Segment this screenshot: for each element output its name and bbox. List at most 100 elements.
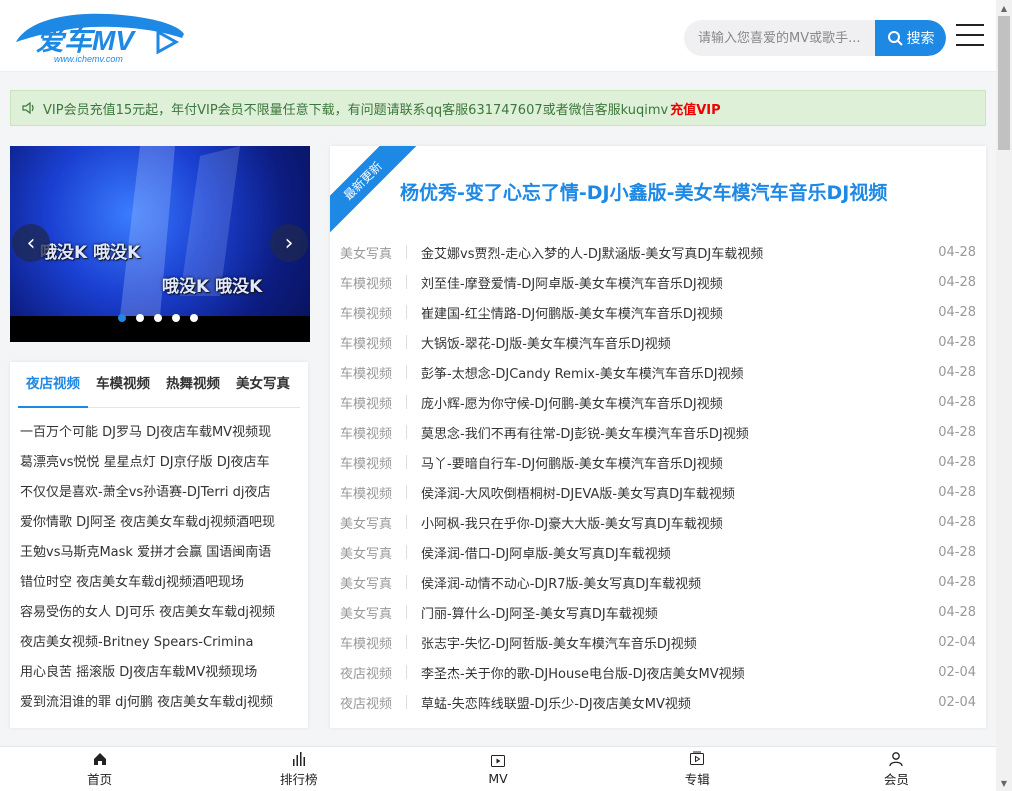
list-item[interactable]: 不仅仅是喜欢-萧全vs孙语赛-DJTerri dj夜店 — [20, 478, 302, 508]
row-title[interactable]: 金艾娜vs贾烈-走心入梦的人-DJ默涵版-美女写真DJ车载视频 — [421, 243, 936, 262]
search-input[interactable] — [684, 20, 874, 56]
page-scrollbar[interactable]: ▲ ▼ — [996, 0, 1012, 791]
row-title[interactable]: 侯泽润-动情不动心-DJR7版-美女写真DJ车载视频 — [421, 573, 936, 592]
row-title[interactable]: 莫思念-我们不再有往常-DJ彭锐-美女车模汽车音乐DJ视频 — [421, 423, 936, 442]
row-title[interactable]: 庞小辉-愿为你守候-DJ何鹏-美女车模汽车音乐DJ视频 — [421, 393, 936, 412]
carousel-dot[interactable] — [136, 314, 144, 322]
logo-domain: www.ichemv.com — [54, 54, 123, 64]
row-divider — [406, 335, 407, 349]
row-date: 04-28 — [938, 484, 976, 500]
row-divider — [406, 545, 407, 559]
tab-dance-video[interactable]: 热舞视频 — [158, 362, 228, 408]
featured-title[interactable]: 杨优秀-变了心忘了情-DJ小鑫版-美女车模汽车音乐DJ视频 — [400, 178, 887, 205]
row-category[interactable]: 美女写真 — [340, 543, 400, 562]
list-item[interactable]: 爱你情歌 DJ阿圣 夜店美女车载dj视频酒吧现 — [20, 508, 302, 538]
carousel-next-button[interactable]: › — [270, 224, 308, 262]
scroll-up-arrow-icon[interactable]: ▲ — [996, 0, 1012, 16]
site-header: 爱车MV www.ichemv.com 搜索 — [0, 0, 996, 72]
row-title[interactable]: 大锅饭-翠花-DJ版-美女车模汽车音乐DJ视频 — [421, 333, 936, 352]
row-category[interactable]: 车模视频 — [340, 633, 400, 652]
carousel-dot[interactable] — [190, 314, 198, 322]
nav-member[interactable]: 会员 — [797, 747, 996, 791]
row-date: 02-04 — [938, 694, 976, 710]
row-title[interactable]: 门丽-算什么-DJ阿圣-美女写真DJ车载视频 — [421, 603, 936, 622]
row-title[interactable]: 崔建国-红尘情路-DJ何鹏版-美女车模汽车音乐DJ视频 — [421, 303, 936, 322]
row-title[interactable]: 马丫-要暗自行车-DJ何鹏版-美女车模汽车音乐DJ视频 — [421, 453, 936, 472]
row-category[interactable]: 车模视频 — [340, 273, 400, 292]
row-category[interactable]: 车模视频 — [340, 423, 400, 442]
update-row[interactable]: 车模视频 马丫-要暗自行车-DJ何鹏版-美女车模汽车音乐DJ视频 04-28 — [340, 447, 976, 477]
row-category[interactable]: 美女写真 — [340, 573, 400, 592]
row-title[interactable]: 侯泽润-大风吹倒梧桐树-DJEVA版-美女写真DJ车载视频 — [421, 483, 936, 502]
row-title[interactable]: 草蜢-失恋阵线联盟-DJ乐少-DJ夜店美女MV视频 — [421, 693, 936, 712]
list-item[interactable]: 葛漂亮vs悦悦 星星点灯 DJ京仔版 DJ夜店车 — [20, 448, 302, 478]
nav-album[interactable]: 专辑 — [598, 747, 797, 791]
tab-beauty-photo[interactable]: 美女写真 — [228, 362, 298, 408]
carousel-dot[interactable] — [118, 314, 126, 322]
list-item[interactable]: 王勉vs马斯克Mask 爱拼才会赢 国语闽南语 — [20, 538, 302, 568]
update-row[interactable]: 车模视频 崔建国-红尘情路-DJ何鹏版-美女车模汽车音乐DJ视频 04-28 — [340, 297, 976, 327]
nav-home[interactable]: 首页 — [0, 747, 199, 791]
play-icon — [491, 754, 505, 767]
update-row[interactable]: 夜店视频 李圣杰-关于你的歌-DJHouse电台版-DJ夜店美女MV视频 02-04 — [340, 657, 976, 687]
row-title[interactable]: 侯泽润-借口-DJ阿卓版-美女写真DJ车载视频 — [421, 543, 936, 562]
nav-ranking[interactable]: 排行榜 — [199, 747, 398, 791]
update-row[interactable]: 车模视频 侯泽润-大风吹倒梧桐树-DJEVA版-美女写真DJ车载视频 04-28 — [340, 477, 976, 507]
list-item[interactable]: 错位时空 夜店美女车载dj视频酒吧现场 — [20, 568, 302, 598]
tab-car-model-video[interactable]: 车模视频 — [88, 362, 158, 408]
notice-bar: VIP会员充值15元起，年付VIP会员不限量任意下载，有问题请联系qq客服631… — [10, 90, 986, 126]
carousel-dot[interactable] — [154, 314, 162, 322]
row-divider — [406, 395, 407, 409]
list-item[interactable]: 用心良苦 摇滚版 DJ夜店车载MV视频现场 — [20, 658, 302, 688]
carousel-prev-button[interactable]: ‹ — [12, 224, 50, 262]
recharge-vip-link[interactable]: 充值VIP — [670, 99, 720, 118]
search-button[interactable]: 搜索 — [875, 20, 946, 56]
row-title[interactable]: 小阿枫-我只在乎你-DJ豪大大版-美女写真DJ车载视频 — [421, 513, 936, 532]
scroll-thumb[interactable] — [998, 16, 1010, 150]
light-beams — [120, 146, 240, 316]
update-row[interactable]: 美女写真 小阿枫-我只在乎你-DJ豪大大版-美女写真DJ车载视频 04-28 — [340, 507, 976, 537]
row-category[interactable]: 美女写真 — [340, 513, 400, 532]
row-category[interactable]: 夜店视频 — [340, 663, 400, 682]
row-category[interactable]: 车模视频 — [340, 393, 400, 412]
update-row[interactable]: 美女写真 侯泽润-借口-DJ阿卓版-美女写真DJ车载视频 04-28 — [340, 537, 976, 567]
row-title[interactable]: 张志宇-失忆-DJ阿哲版-美女车模汽车音乐DJ视频 — [421, 633, 936, 652]
row-category[interactable]: 车模视频 — [340, 363, 400, 382]
site-logo[interactable]: 爱车MV www.ichemv.com — [8, 8, 190, 64]
list-item[interactable]: 爱到流泪谁的罪 dj何鹏 夜店美女车载dj视频 — [20, 688, 302, 718]
update-row[interactable]: 车模视频 莫思念-我们不再有往常-DJ彭锐-美女车模汽车音乐DJ视频 04-28 — [340, 417, 976, 447]
video-list: 一百万个可能 DJ罗马 DJ夜店车载MV视频现 葛漂亮vs悦悦 星星点灯 DJ京… — [20, 418, 302, 718]
list-item[interactable]: 夜店美女视频-Britney Spears-Crimina — [20, 628, 302, 658]
row-category[interactable]: 车模视频 — [340, 303, 400, 322]
update-row[interactable]: 美女写真 金艾娜vs贾烈-走心入梦的人-DJ默涵版-美女写真DJ车载视频 04-28 — [340, 237, 976, 267]
update-row[interactable]: 车模视频 彭筝-太想念-DJCandy Remix-美女车模汽车音乐DJ视频 04-… — [340, 357, 976, 387]
update-row[interactable]: 车模视频 大锅饭-翠花-DJ版-美女车模汽车音乐DJ视频 04-28 — [340, 327, 976, 357]
list-item[interactable]: 一百万个可能 DJ罗马 DJ夜店车载MV视频现 — [20, 418, 302, 448]
update-row[interactable]: 美女写真 门丽-算什么-DJ阿圣-美女写真DJ车载视频 04-28 — [340, 597, 976, 627]
row-category[interactable]: 美女写真 — [340, 603, 400, 622]
update-row[interactable]: 美女写真 侯泽润-动情不动心-DJR7版-美女写真DJ车载视频 04-28 — [340, 567, 976, 597]
list-item[interactable]: 容易受伤的女人 DJ可乐 夜店美女车载dj视频 — [20, 598, 302, 628]
row-category[interactable]: 车模视频 — [340, 333, 400, 352]
scroll-down-arrow-icon[interactable]: ▼ — [996, 775, 1012, 791]
banner-carousel[interactable]: 哦没K 哦没K 哦没K 哦没K ‹ › — [10, 146, 310, 342]
row-divider — [406, 695, 407, 709]
menu-icon[interactable] — [956, 24, 984, 50]
carousel-dot[interactable] — [172, 314, 180, 322]
row-category[interactable]: 美女写真 — [340, 243, 400, 262]
row-title[interactable]: 李圣杰-关于你的歌-DJHouse电台版-DJ夜店美女MV视频 — [421, 663, 936, 682]
nav-mv[interactable]: MV — [398, 747, 597, 791]
row-category[interactable]: 车模视频 — [340, 483, 400, 502]
row-category[interactable]: 夜店视频 — [340, 693, 400, 712]
update-row[interactable]: 车模视频 张志宇-失忆-DJ阿哲版-美女车模汽车音乐DJ视频 02-04 — [340, 627, 976, 657]
tab-nightclub-video[interactable]: 夜店视频 — [18, 362, 88, 408]
row-category[interactable]: 车模视频 — [340, 453, 400, 472]
update-row[interactable]: 夜店视频 草蜢-失恋阵线联盟-DJ乐少-DJ夜店美女MV视频 02-04 — [340, 687, 976, 717]
row-title[interactable]: 刘至佳-摩登爱情-DJ阿卓版-美女车模汽车音乐DJ视频 — [421, 273, 936, 292]
row-title[interactable]: 彭筝-太想念-DJCandy Remix-美女车模汽车音乐DJ视频 — [421, 363, 936, 382]
row-divider — [406, 515, 407, 529]
update-row[interactable]: 车模视频 庞小辉-愿为你守候-DJ何鹏-美女车模汽车音乐DJ视频 04-28 — [340, 387, 976, 417]
update-row[interactable]: 车模视频 刘至佳-摩登爱情-DJ阿卓版-美女车模汽车音乐DJ视频 04-28 — [340, 267, 976, 297]
speaker-icon — [22, 101, 34, 115]
row-date: 04-28 — [938, 274, 976, 290]
